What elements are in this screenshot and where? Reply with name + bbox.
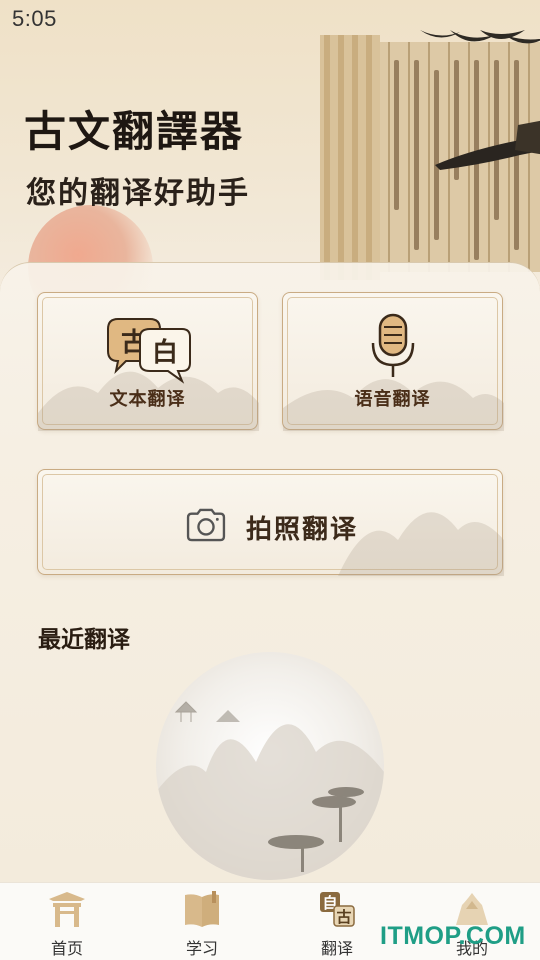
site-watermark: ITMOP.COM [380, 922, 526, 950]
header-banner: 5:05 古文翻譯器 您的翻译好助手 [0, 0, 540, 300]
ink-mountain-illustration [156, 701, 384, 880]
app-title: 古文翻譯器 [24, 107, 245, 156]
voice-translate-label: 语音翻译 [354, 389, 431, 410]
nav-label-study: 学习 [185, 939, 218, 958]
nav-item-home[interactable]: 首页 [17, 883, 117, 960]
status-bar-time: 5:05 [12, 6, 57, 31]
camera-icon [186, 508, 226, 542]
voice-translate-card[interactable]: 语音翻译 [282, 292, 504, 431]
translate-icon-glyph-2: 古 [336, 908, 351, 926]
translate-icon: 自 古 [320, 892, 355, 927]
microphone-icon [371, 313, 415, 377]
nav-label-translate: 翻译 [320, 939, 353, 958]
app-subtitle: 您的翻译好助手 [26, 176, 250, 211]
nav-label-home: 首页 [50, 939, 83, 958]
recent-translations-title: 最近翻译 [38, 626, 130, 653]
photo-translate-card[interactable]: 拍照翻译 [37, 469, 504, 576]
book-icon [185, 891, 219, 927]
text-translate-label: 文本翻译 [109, 389, 186, 410]
bai-glyph: 白 [152, 337, 178, 368]
text-translate-card[interactable]: 古 白 文本翻译 [37, 292, 259, 431]
bamboo-scroll-illustration [320, 30, 540, 280]
nav-item-study[interactable]: 学习 [152, 883, 252, 960]
recent-empty-illustration [156, 652, 384, 880]
nav-item-translate[interactable]: 自 古 翻译 [287, 883, 387, 960]
photo-translate-label: 拍照翻译 [246, 515, 359, 545]
home-gate-icon [49, 892, 85, 927]
gu-bai-speech-bubble-icon: 古 白 [107, 318, 191, 384]
